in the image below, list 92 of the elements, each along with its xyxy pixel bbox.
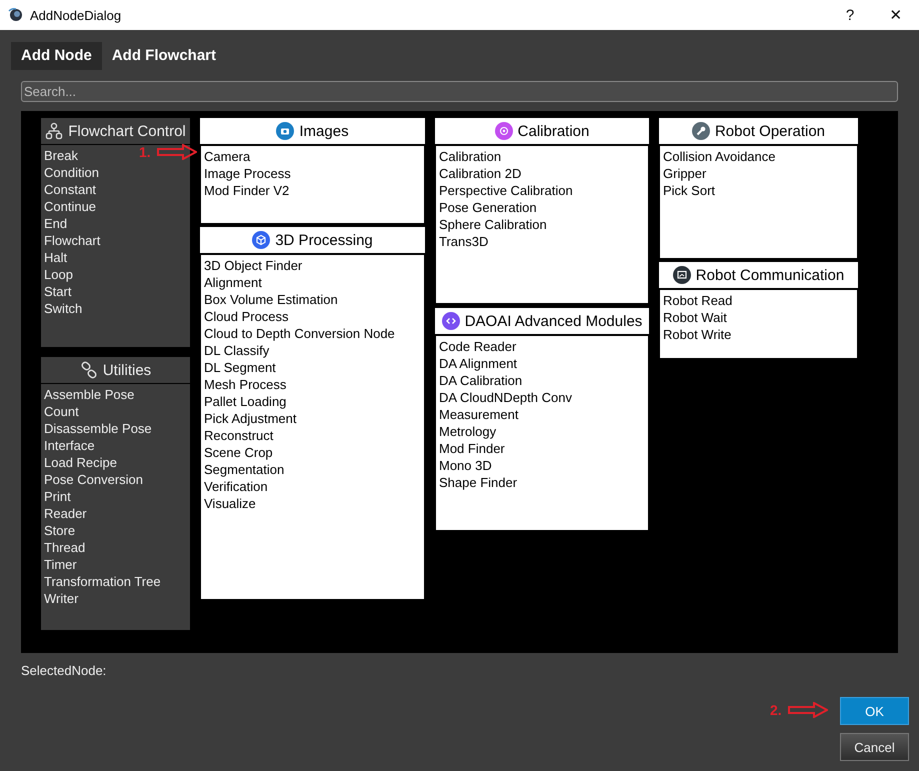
node-item[interactable]: Thread [44,539,86,556]
node-item[interactable]: Pick Sort [663,182,716,199]
node-item[interactable]: Pallet Loading [204,393,286,410]
node-item[interactable]: Pick Adjustment [204,410,296,427]
node-item[interactable]: Camera [204,148,250,165]
camera-icon [276,122,294,140]
arrow-icon [156,144,197,160]
wrench-icon [692,122,710,140]
node-item[interactable]: Scene Crop [204,444,273,461]
annotation-number: 1. [139,144,151,160]
node-item[interactable]: DA Calibration [439,372,522,389]
node-item[interactable]: Robot Write [663,326,732,343]
node-item[interactable]: Collision Avoidance [663,148,776,165]
node-item[interactable]: Image Process [204,165,291,182]
node-item[interactable]: Box Volume Estimation [204,291,338,308]
node-item[interactable]: Robot Wait [663,309,727,326]
node-item[interactable]: Calibration 2D [439,165,522,182]
node-item[interactable]: Disassemble Pose [44,420,152,437]
category-title: Calibration [518,122,590,140]
category-title: Robot Communication [696,266,844,284]
node-item[interactable]: Mod Finder V2 [204,182,290,199]
code-icon [442,312,460,330]
category-title: Robot Operation [714,122,826,140]
category-title: Utilities [102,362,152,378]
node-item[interactable]: Load Recipe [44,454,117,471]
annotation-number: 2. [770,702,782,718]
close-button[interactable]: ✕ [873,0,919,30]
node-item[interactable]: Start [44,283,72,300]
node-item[interactable]: Transformation Tree [44,573,161,590]
node-item[interactable]: Interface [44,437,95,454]
selected-node-label: SelectedNode: [21,663,108,678]
arrow-icon [788,702,828,718]
node-item[interactable]: Count [44,403,79,420]
node-item[interactable]: 3D Object Finder [204,257,302,274]
help-button[interactable]: ? [827,0,873,30]
node-item[interactable]: DL Classify [204,342,270,359]
node-item[interactable]: Measurement [439,406,518,423]
link-icon [80,361,98,379]
node-item[interactable]: Halt [44,249,68,266]
node-item[interactable]: Code Reader [439,338,516,355]
node-item[interactable]: Cloud to Depth Conversion Node [204,325,395,342]
node-item[interactable]: DL Segment [204,359,276,376]
node-item[interactable]: Verification [204,478,268,495]
category-title: 3D Processing [275,232,373,248]
tab[interactable]: Add Node [11,42,102,70]
category-title: Images [299,122,349,140]
node-item[interactable]: Assemble Pose [44,386,134,403]
node-item[interactable]: Pose Conversion [44,471,143,488]
cube-icon [252,231,270,249]
target-icon [494,122,513,140]
ok-button[interactable]: OK [840,697,909,725]
node-item[interactable]: Mod Finder [439,440,505,457]
node-item[interactable]: Mono 3D [439,457,492,474]
node-item[interactable]: DA CloudNDepth Conv [439,389,572,406]
cancel-button[interactable]: Cancel [840,733,909,761]
node-item[interactable]: Calibration [439,148,502,165]
monitor-icon [672,266,691,284]
node-item[interactable]: Reader [44,505,87,522]
node-item[interactable]: Loop [44,266,73,283]
node-item[interactable]: Continue [44,198,96,215]
category-title: Flowchart Control [68,122,186,140]
node-item[interactable]: Robot Read [663,292,732,309]
node-item[interactable]: Segmentation [204,461,284,478]
window-title: AddNodeDialog [30,8,122,22]
node-item[interactable]: Shape Finder [439,474,518,491]
node-item[interactable]: Sphere Calibration [439,216,547,233]
node-item[interactable]: Alignment [204,274,262,291]
node-item[interactable]: Pose Generation [439,199,537,216]
search-field[interactable]: Search... [21,81,898,102]
node-item[interactable]: Trans3D [439,233,488,250]
node-item[interactable]: Store [44,522,76,539]
node-item[interactable]: Perspective Calibration [439,182,573,199]
hierarchy-icon [45,122,64,140]
node-item[interactable]: Visualize [204,495,256,512]
node-item[interactable]: Writer [44,590,78,607]
node-item[interactable]: Metrology [439,423,496,440]
node-item[interactable]: End [44,215,68,232]
node-item[interactable]: Flowchart [44,232,100,249]
node-item[interactable]: Cloud Process [204,308,289,325]
node-item[interactable]: Gripper [663,165,706,182]
node-item[interactable]: Constant [44,181,96,198]
node-item[interactable]: Condition [44,164,99,181]
node-item[interactable]: Reconstruct [204,427,274,444]
node-item[interactable]: Mesh Process [204,376,286,393]
app-logo-icon [8,7,24,23]
tab[interactable]: Add Flowchart [102,42,226,70]
node-item[interactable]: DA Alignment [439,355,518,372]
category-title: DAOAI Advanced Modules [464,312,642,330]
node-item[interactable]: Switch [44,300,82,317]
node-item[interactable]: Print [44,488,71,505]
node-item[interactable]: Break [44,147,78,164]
node-item[interactable]: Timer [44,556,77,573]
